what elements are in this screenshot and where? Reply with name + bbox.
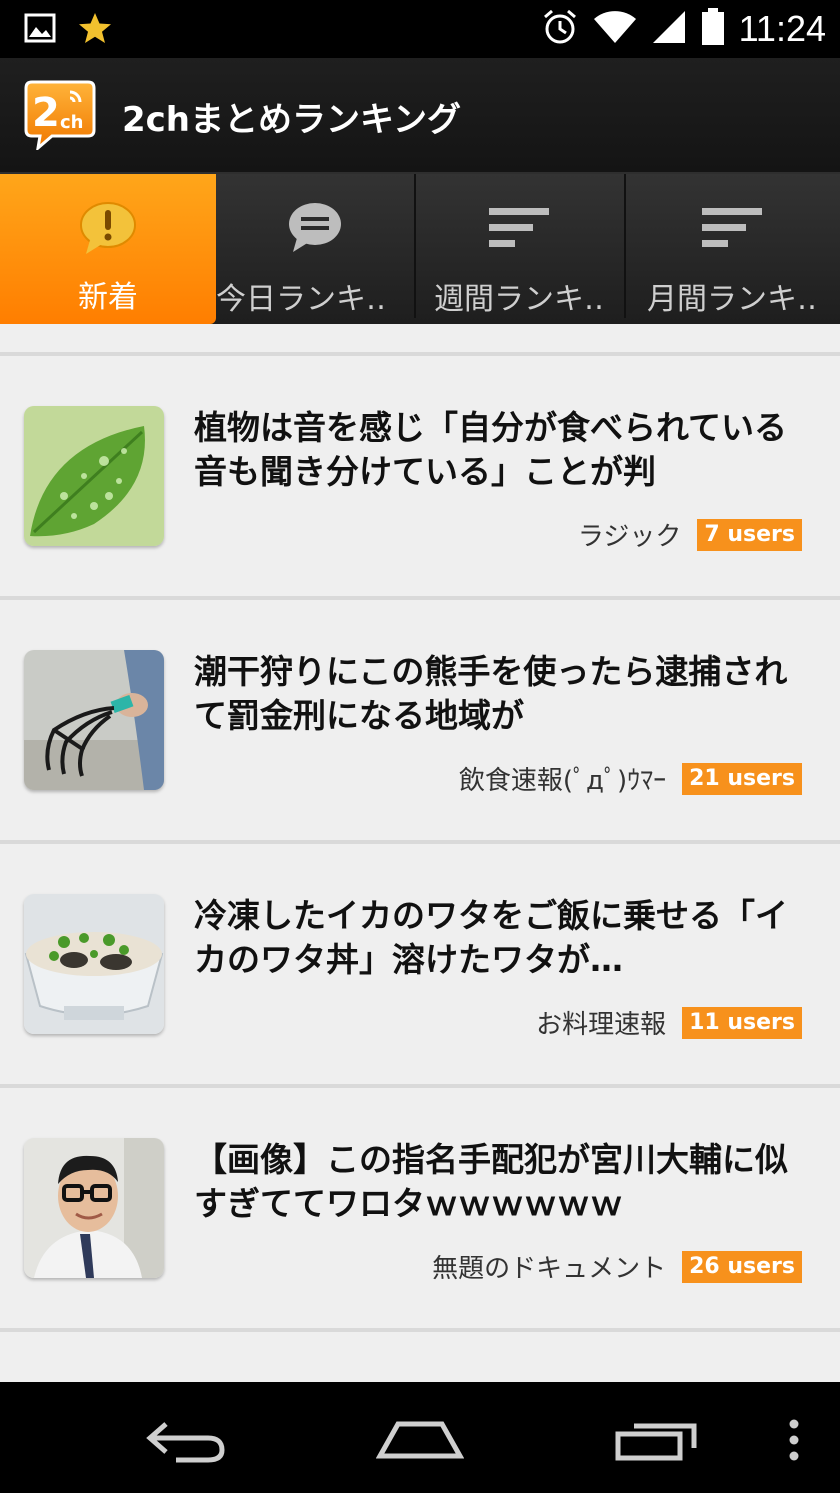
thumbnail-rake-image: [24, 650, 164, 790]
list-item[interactable]: 潮干狩りにこの熊手を使ったら逮捕されて罰金刑になる地域が 飲食速報(ﾟдﾟ)ｳﾏ…: [0, 600, 840, 840]
app-title: 2chまとめランキング: [122, 100, 461, 140]
sort-lines-icon: [487, 200, 551, 256]
article-meta: 飲食速報(ﾟдﾟ)ｳﾏｰ 21 users: [459, 760, 802, 797]
list-item[interactable]: 植物は音を感じ「自分が食べられている音も聞き分けている」ことが判 ラジック 7 …: [0, 356, 840, 596]
list-item[interactable]: 【画像】この指名手配犯が宮川大輔に似すぎててワロタｗｗｗｗｗｗ 無題のドキュメン…: [0, 1088, 840, 1328]
tab-bar: 新着 今日ランキ‥ 週間ランキ‥ 月間ランキ‥: [0, 174, 840, 496]
app-logo-icon[interactable]: 2 ch: [22, 78, 98, 152]
signal-icon: [651, 10, 687, 48]
users-badge: 21 users: [682, 762, 802, 795]
thumbnail-man-image: [24, 1138, 164, 1278]
alarm-icon: [541, 8, 579, 50]
article-meta: お料理速報 11 users: [536, 1004, 802, 1041]
tab-label: 月間ランキ‥: [646, 282, 818, 317]
sort-lines-icon: [700, 200, 764, 256]
back-icon[interactable]: [146, 1416, 228, 1468]
users-badge: 26 users: [682, 1250, 802, 1283]
recents-icon[interactable]: [614, 1418, 698, 1466]
wifi-icon: [593, 10, 637, 48]
alert-bubble-icon: [76, 200, 140, 256]
divider: [0, 1328, 840, 1332]
svg-text:2: 2: [32, 90, 60, 136]
thumbnail-leaf-image: [24, 406, 164, 546]
tab-divider: [414, 174, 416, 318]
list-item[interactable]: 冷凍したイカのワタをご飯に乗せる「イカのワタ丼」溶けたワタが… お料理速報 11…: [0, 844, 840, 1084]
status-bar: 11:24: [0, 0, 840, 58]
article-title[interactable]: 冷凍したイカのワタをご飯に乗せる「イカのワタ丼」溶けたワタが…: [194, 894, 806, 982]
home-icon[interactable]: [375, 1418, 465, 1464]
tab-new[interactable]: 新着: [0, 174, 216, 324]
users-badge: 7 users: [697, 518, 802, 551]
article-title[interactable]: 植物は音を感じ「自分が食べられている音も聞き分けている」ことが判: [194, 406, 806, 494]
tab-today-ranking[interactable]: 今日ランキ‥: [216, 174, 414, 318]
article-source: 飲食速報(ﾟдﾟ)ｳﾏｰ: [458, 766, 667, 796]
article-meta: ラジック 7 users: [578, 516, 802, 553]
star-icon: [78, 12, 112, 48]
article-title[interactable]: 【画像】この指名手配犯が宮川大輔に似すぎててワロタｗｗｗｗｗｗ: [194, 1138, 806, 1226]
chat-bubble-icon: [283, 200, 347, 256]
tab-label: 新着: [78, 280, 138, 315]
battery-icon: [701, 8, 725, 50]
tab-label: 週間ランキ‥: [433, 282, 605, 317]
article-source: 無題のドキュメント: [432, 1254, 667, 1284]
clock: 11:24: [738, 8, 826, 49]
article-meta: 無題のドキュメント 26 users: [432, 1248, 802, 1285]
overflow-menu-icon[interactable]: [786, 1418, 802, 1466]
thumbnail-squid-bowl-image: [24, 894, 164, 1034]
svg-text:ch: ch: [60, 112, 83, 133]
tab-monthly-ranking[interactable]: 月間ランキ‥: [624, 174, 840, 318]
image-icon: [24, 13, 56, 47]
article-source: お料理速報: [536, 1010, 667, 1040]
action-bar: 2 ch 2chまとめランキング: [0, 58, 840, 174]
tab-label: 今日ランキ‥: [216, 282, 387, 317]
article-title[interactable]: 潮干狩りにこの熊手を使ったら逮捕されて罰金刑になる地域が: [194, 650, 806, 738]
navigation-bar: [0, 1382, 840, 1493]
tab-weekly-ranking[interactable]: 週間ランキ‥: [414, 174, 624, 318]
article-list[interactable]: 植物は音を感じ「自分が食べられている音も聞き分けている」ことが判 ラジック 7 …: [0, 324, 840, 1382]
users-badge: 11 users: [682, 1006, 802, 1039]
tab-divider: [624, 174, 626, 318]
article-source: ラジック: [577, 522, 682, 552]
